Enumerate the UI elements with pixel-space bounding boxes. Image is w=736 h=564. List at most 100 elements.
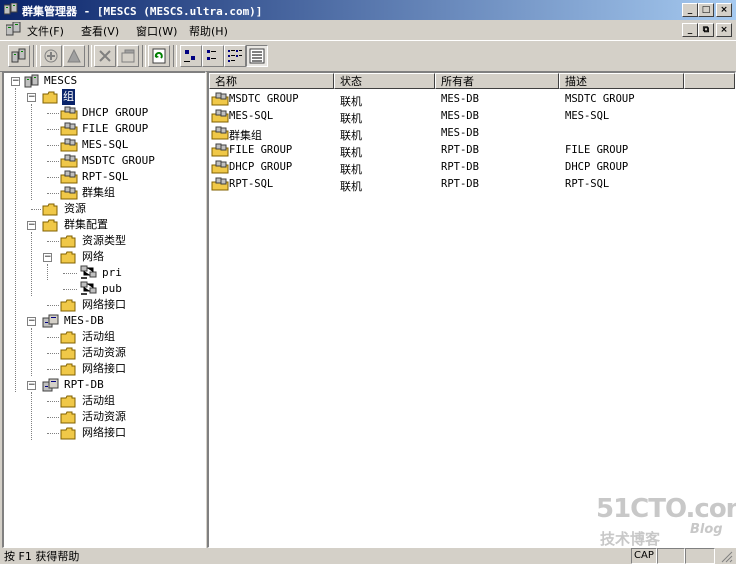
collapse-icon[interactable]: − [27, 381, 36, 390]
tree-label: 群集组 [82, 186, 115, 199]
menu-file[interactable]: 文件(F) [27, 23, 64, 39]
tree-label: FILE GROUP [82, 122, 149, 135]
collapse-icon[interactable]: − [27, 93, 36, 102]
refresh-icon [152, 48, 166, 64]
toolbar [0, 40, 736, 72]
tree-item-groups[interactable]: − 组 [4, 89, 204, 105]
tree-label: 活动资源 [82, 346, 126, 359]
tree-item-active-groups[interactable]: 活动组 [4, 329, 204, 345]
tree-item-group[interactable]: 群集组 [4, 185, 204, 201]
column-header-status[interactable]: 状态 [334, 73, 435, 89]
tree-item-resource-types[interactable]: 资源类型 [4, 233, 204, 249]
cell-description: FILE GROUP [565, 144, 629, 156]
list-row[interactable]: FILE GROUP 联机 RPT-DB FILE GROUP [209, 142, 735, 159]
folder-icon [60, 411, 76, 424]
tree-item-group[interactable]: DHCP GROUP [4, 105, 204, 121]
small-icons-view-icon [207, 50, 216, 60]
minimize-button[interactable]: _ [682, 3, 698, 17]
title-bar: 群集管理器 - [MESCS (MESCS.ultra.com)] _ □ × [0, 0, 736, 20]
tree-label: RPT-SQL [82, 170, 129, 183]
bring-online-icon [44, 49, 58, 63]
tree-item-group[interactable]: RPT-SQL [4, 169, 204, 185]
list-row[interactable]: RPT-SQL 联机 RPT-DB RPT-SQL [209, 176, 735, 193]
mdi-restore-button[interactable]: ⧉ [698, 23, 714, 37]
cell-owner: RPT-DB [441, 161, 479, 173]
tree-item-node[interactable]: − RPT-DB [4, 377, 204, 393]
list-pane[interactable]: 名称 状态 所有者 描述 MSDTC GROUP 联机 MES-DB MSDTC… [207, 71, 736, 548]
tree-item-active-resources[interactable]: 活动资源 [4, 345, 204, 361]
mdi-minimize-button[interactable]: _ [682, 23, 698, 37]
group-icon [211, 143, 229, 157]
tree-item-active-groups[interactable]: 活动组 [4, 393, 204, 409]
column-header-filler [684, 73, 735, 89]
list-row[interactable]: 群集组 联机 MES-DB [209, 125, 735, 142]
tree-label: 活动资源 [82, 410, 126, 423]
cell-owner: MES-DB [441, 110, 479, 122]
properties-button[interactable] [117, 45, 139, 67]
tree-item-cluster-root[interactable]: − MESCS [4, 73, 204, 89]
bring-online-button[interactable] [40, 45, 62, 67]
menu-bar: 文件(F) 查看(V) 窗口(W) 帮助(H) [0, 20, 736, 39]
tree-item-network[interactable]: pub [4, 281, 204, 297]
tree-item-active-resources[interactable]: 活动资源 [4, 409, 204, 425]
tree-item-node[interactable]: − MES-DB [4, 313, 204, 329]
maximize-button[interactable]: □ [698, 3, 714, 17]
collapse-icon[interactable]: − [27, 221, 36, 230]
take-offline-icon [67, 48, 81, 63]
mdi-close-button[interactable]: × [716, 23, 732, 37]
tree-connector [47, 401, 59, 402]
tree-connector [47, 305, 59, 306]
column-header-name[interactable]: 名称 [209, 73, 334, 89]
tree-item-network-interfaces[interactable]: 网络接口 [4, 297, 204, 313]
tree-item-group[interactable]: MES-SQL [4, 137, 204, 153]
group-icon [60, 154, 78, 168]
tree-item-group[interactable]: FILE GROUP [4, 121, 204, 137]
menu-help[interactable]: 帮助(H) [189, 23, 228, 39]
folder-icon [60, 347, 76, 360]
tree-item-group[interactable]: MSDTC GROUP [4, 153, 204, 169]
cell-description: DHCP GROUP [565, 161, 629, 173]
tree-label: pri [102, 266, 122, 279]
collapse-icon[interactable]: − [27, 317, 36, 326]
tree-item-node-network-interfaces[interactable]: 网络接口 [4, 361, 204, 377]
list-row[interactable]: DHCP GROUP 联机 RPT-DB DHCP GROUP [209, 159, 735, 176]
menu-view[interactable]: 查看(V) [81, 23, 119, 39]
column-header-owner[interactable]: 所有者 [435, 73, 559, 89]
tree-label: pub [102, 282, 122, 295]
tree-label: 群集配置 [64, 218, 108, 231]
list-view-button[interactable] [224, 45, 246, 67]
tree-item-node-network-interfaces[interactable]: 网络接口 [4, 425, 204, 441]
collapse-icon[interactable]: − [11, 77, 20, 86]
tree-item-cluster-config[interactable]: − 群集配置 [4, 217, 204, 233]
collapse-icon[interactable]: − [43, 253, 52, 262]
tree-pane[interactable]: − MESCS − 组 DHCP GROUP FILE GROUP MES-SQ… [2, 71, 206, 548]
tree-item-resources[interactable]: 资源 [4, 201, 204, 217]
delete-button[interactable] [94, 45, 116, 67]
large-icons-button[interactable] [180, 45, 202, 67]
take-offline-button[interactable] [63, 45, 85, 67]
tree-label: 活动组 [82, 330, 115, 343]
refresh-button[interactable] [148, 45, 170, 67]
small-icons-button[interactable] [202, 45, 224, 67]
status-help-text: 按 F1 获得帮助 [4, 550, 80, 563]
tree-connector [47, 353, 59, 354]
tree-connector [47, 145, 59, 146]
cell-owner: RPT-DB [441, 144, 479, 156]
column-header-description[interactable]: 描述 [559, 73, 684, 89]
details-view-button[interactable] [246, 45, 268, 67]
mdi-child-icon[interactable] [6, 22, 21, 36]
close-icon: × [720, 25, 728, 35]
list-row[interactable]: MSDTC GROUP 联机 MES-DB MSDTC GROUP [209, 91, 735, 108]
resize-grip-icon[interactable] [720, 550, 733, 563]
list-row[interactable]: MES-SQL 联机 MES-DB MES-SQL [209, 108, 735, 125]
tree-label: DHCP GROUP [82, 106, 149, 119]
folder-icon [60, 427, 76, 440]
close-button[interactable]: × [716, 3, 732, 17]
close-icon: × [720, 5, 728, 15]
tree-item-network[interactable]: pri [4, 265, 204, 281]
group-icon [211, 126, 229, 140]
menu-window[interactable]: 窗口(W) [136, 23, 177, 39]
tree-item-networks[interactable]: − 网络 [4, 249, 204, 265]
cell-name: DHCP GROUP [229, 161, 293, 173]
connect-cluster-button[interactable] [8, 45, 30, 67]
